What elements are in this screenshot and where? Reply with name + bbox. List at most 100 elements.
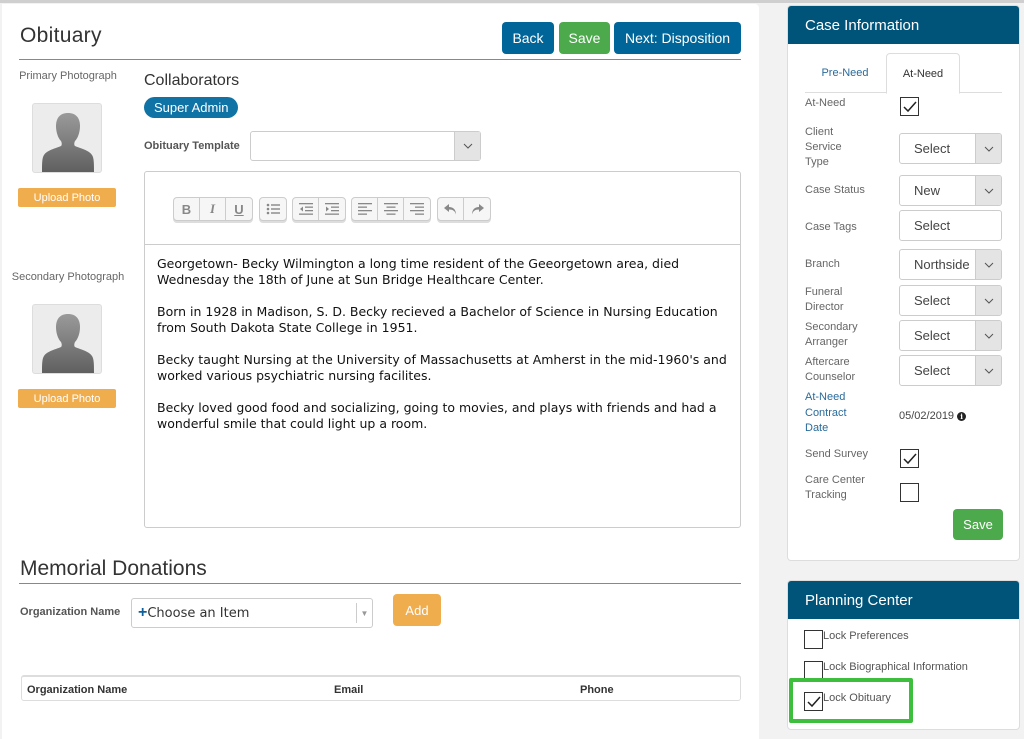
- organization-select[interactable]: + Choose an Item ▼: [131, 598, 373, 628]
- obituary-paragraph: Born in 1928 in Madison, S. D. Becky rec…: [157, 304, 718, 335]
- obituary-paragraph: Becky taught Nursing at the University o…: [157, 352, 727, 383]
- upload-primary-photo-button[interactable]: Upload Photo: [18, 188, 116, 207]
- donations-divider: [19, 583, 741, 584]
- secondary-photo-label: Secondary Photograph: [11, 271, 125, 283]
- plus-icon: +: [138, 604, 148, 621]
- chevron-down-icon[interactable]: [975, 250, 1001, 279]
- align-right-button[interactable]: [404, 198, 430, 220]
- aftercare-counselor-select[interactable]: Select: [899, 355, 1002, 386]
- obituary-editor[interactable]: B I U Georgetown- Becky Wilmington a lon…: [144, 171, 741, 528]
- aftercare-counselor-value: Select: [914, 363, 951, 378]
- indent-icon: [325, 203, 339, 215]
- send-survey-checkbox[interactable]: [900, 449, 919, 468]
- obituary-panel: Obituary Back Save Next: Disposition Pri…: [2, 4, 759, 739]
- upload-secondary-photo-button[interactable]: Upload Photo: [18, 389, 116, 408]
- undo-button[interactable]: [438, 198, 464, 220]
- outdent-icon: [298, 203, 313, 215]
- lock-preferences-item[interactable]: Lock Preferences: [804, 630, 909, 649]
- redo-icon: [472, 204, 484, 215]
- branch-value: Northside: [914, 257, 970, 272]
- chevron-down-icon[interactable]: [975, 176, 1001, 205]
- memorial-donations-title: Memorial Donations: [20, 557, 207, 580]
- page-title: Obituary: [20, 24, 102, 47]
- align-center-icon: [383, 203, 398, 215]
- client-service-type-label: Client Service Type: [805, 126, 842, 168]
- organization-select-placeholder: Choose an Item: [147, 605, 250, 621]
- care-center-tracking-checkbox[interactable]: [900, 483, 919, 502]
- contract-date-value: 05/02/2019: [899, 410, 955, 422]
- bold-button[interactable]: B: [174, 198, 200, 220]
- chevron-down-icon[interactable]: [975, 356, 1001, 385]
- undo-icon: [443, 204, 456, 215]
- collaborator-pill[interactable]: Super Admin: [144, 97, 239, 118]
- underline-button[interactable]: U: [226, 198, 252, 220]
- save-button[interactable]: Save: [559, 22, 610, 54]
- case-status-select[interactable]: New: [899, 175, 1002, 206]
- lock-obituary-item[interactable]: Lock Obituary: [804, 692, 891, 711]
- case-information-card: Case Information Pre-Need At-Need At-Nee…: [787, 5, 1020, 561]
- case-status-value: New: [914, 183, 941, 198]
- client-service-type-select[interactable]: Select: [899, 133, 1002, 164]
- branch-label: Branch: [805, 258, 840, 270]
- indent-group: [292, 197, 346, 221]
- secondary-arranger-select[interactable]: Select: [899, 320, 1002, 351]
- branch-select[interactable]: Northside: [899, 249, 1002, 280]
- chevron-down-icon[interactable]: [975, 321, 1001, 350]
- funeral-director-select[interactable]: Select: [899, 285, 1002, 316]
- back-button[interactable]: Back: [502, 22, 554, 54]
- at-need-label: At-Need: [805, 97, 846, 109]
- collaborators-title: Collaborators: [144, 72, 240, 89]
- column-header-phone: Phone: [580, 684, 614, 696]
- chevron-down-icon[interactable]: [975, 286, 1001, 315]
- chevron-down-icon[interactable]: [975, 134, 1001, 163]
- lock-biographical-checkbox[interactable]: [804, 661, 823, 680]
- contract-date: 05/02/2019 i: [899, 410, 967, 422]
- at-need-checkbox[interactable]: [900, 97, 919, 116]
- chevron-down-icon[interactable]: [454, 132, 480, 160]
- indent-button[interactable]: [319, 198, 345, 220]
- lock-obituary-label: Lock Obituary: [823, 692, 891, 704]
- obituary-template-label: Obituary Template: [144, 140, 240, 152]
- checkmark-icon: [806, 696, 821, 707]
- bullet-list-button[interactable]: [260, 198, 286, 220]
- lock-obituary-checkbox[interactable]: [804, 692, 823, 711]
- align-right-icon: [410, 203, 424, 215]
- lock-biographical-item[interactable]: Lock Biographical Information: [804, 661, 968, 680]
- secondary-arranger-value: Select: [914, 328, 951, 343]
- person-silhouette-icon: [42, 113, 94, 172]
- info-icon[interactable]: i: [957, 411, 967, 421]
- planning-center-card: Planning Center Lock Preferences Lock Bi…: [787, 580, 1020, 730]
- align-left-button[interactable]: [352, 198, 378, 220]
- lock-preferences-label: Lock Preferences: [823, 630, 909, 642]
- tab-at-need[interactable]: At-Need: [886, 53, 960, 94]
- column-header-organization: Organization Name: [27, 684, 128, 696]
- align-center-button[interactable]: [378, 198, 404, 220]
- funeral-director-value: Select: [914, 293, 951, 308]
- outdent-button[interactable]: [293, 198, 319, 220]
- redo-button[interactable]: [464, 198, 490, 220]
- primary-photo-placeholder: [32, 103, 102, 173]
- caret-down-icon[interactable]: ▼: [356, 603, 372, 623]
- primary-photo-label: Primary Photograph: [19, 70, 117, 82]
- planning-center-title: Planning Center: [788, 581, 1019, 619]
- add-donation-button[interactable]: Add: [393, 594, 441, 626]
- secondary-photo-placeholder: [32, 304, 102, 374]
- send-survey-label: Send Survey: [805, 448, 868, 460]
- case-tags-label: Case Tags: [805, 221, 857, 233]
- funeral-director-label: Funeral Director: [805, 286, 844, 313]
- next-disposition-button[interactable]: Next: Disposition: [614, 22, 741, 54]
- aftercare-counselor-label: Aftercare Counselor: [805, 356, 856, 383]
- italic-button[interactable]: I: [200, 198, 226, 220]
- lock-biographical-label: Lock Biographical Information: [823, 661, 968, 673]
- align-group: [351, 197, 431, 221]
- case-tags-input[interactable]: Select: [899, 210, 1002, 241]
- case-status-label: Case Status: [805, 184, 865, 196]
- tab-pre-need[interactable]: Pre-Need: [805, 53, 885, 93]
- case-save-button[interactable]: Save: [953, 509, 1003, 540]
- obituary-template-select[interactable]: [250, 131, 481, 161]
- case-information-title: Case Information: [788, 6, 1019, 44]
- lock-preferences-checkbox[interactable]: [804, 630, 823, 649]
- secondary-arranger-label: Secondary Arranger: [805, 321, 858, 348]
- editor-content[interactable]: Georgetown- Becky Wilmington a long time…: [157, 256, 735, 448]
- contract-date-label[interactable]: At-Need Contract Date: [805, 390, 865, 437]
